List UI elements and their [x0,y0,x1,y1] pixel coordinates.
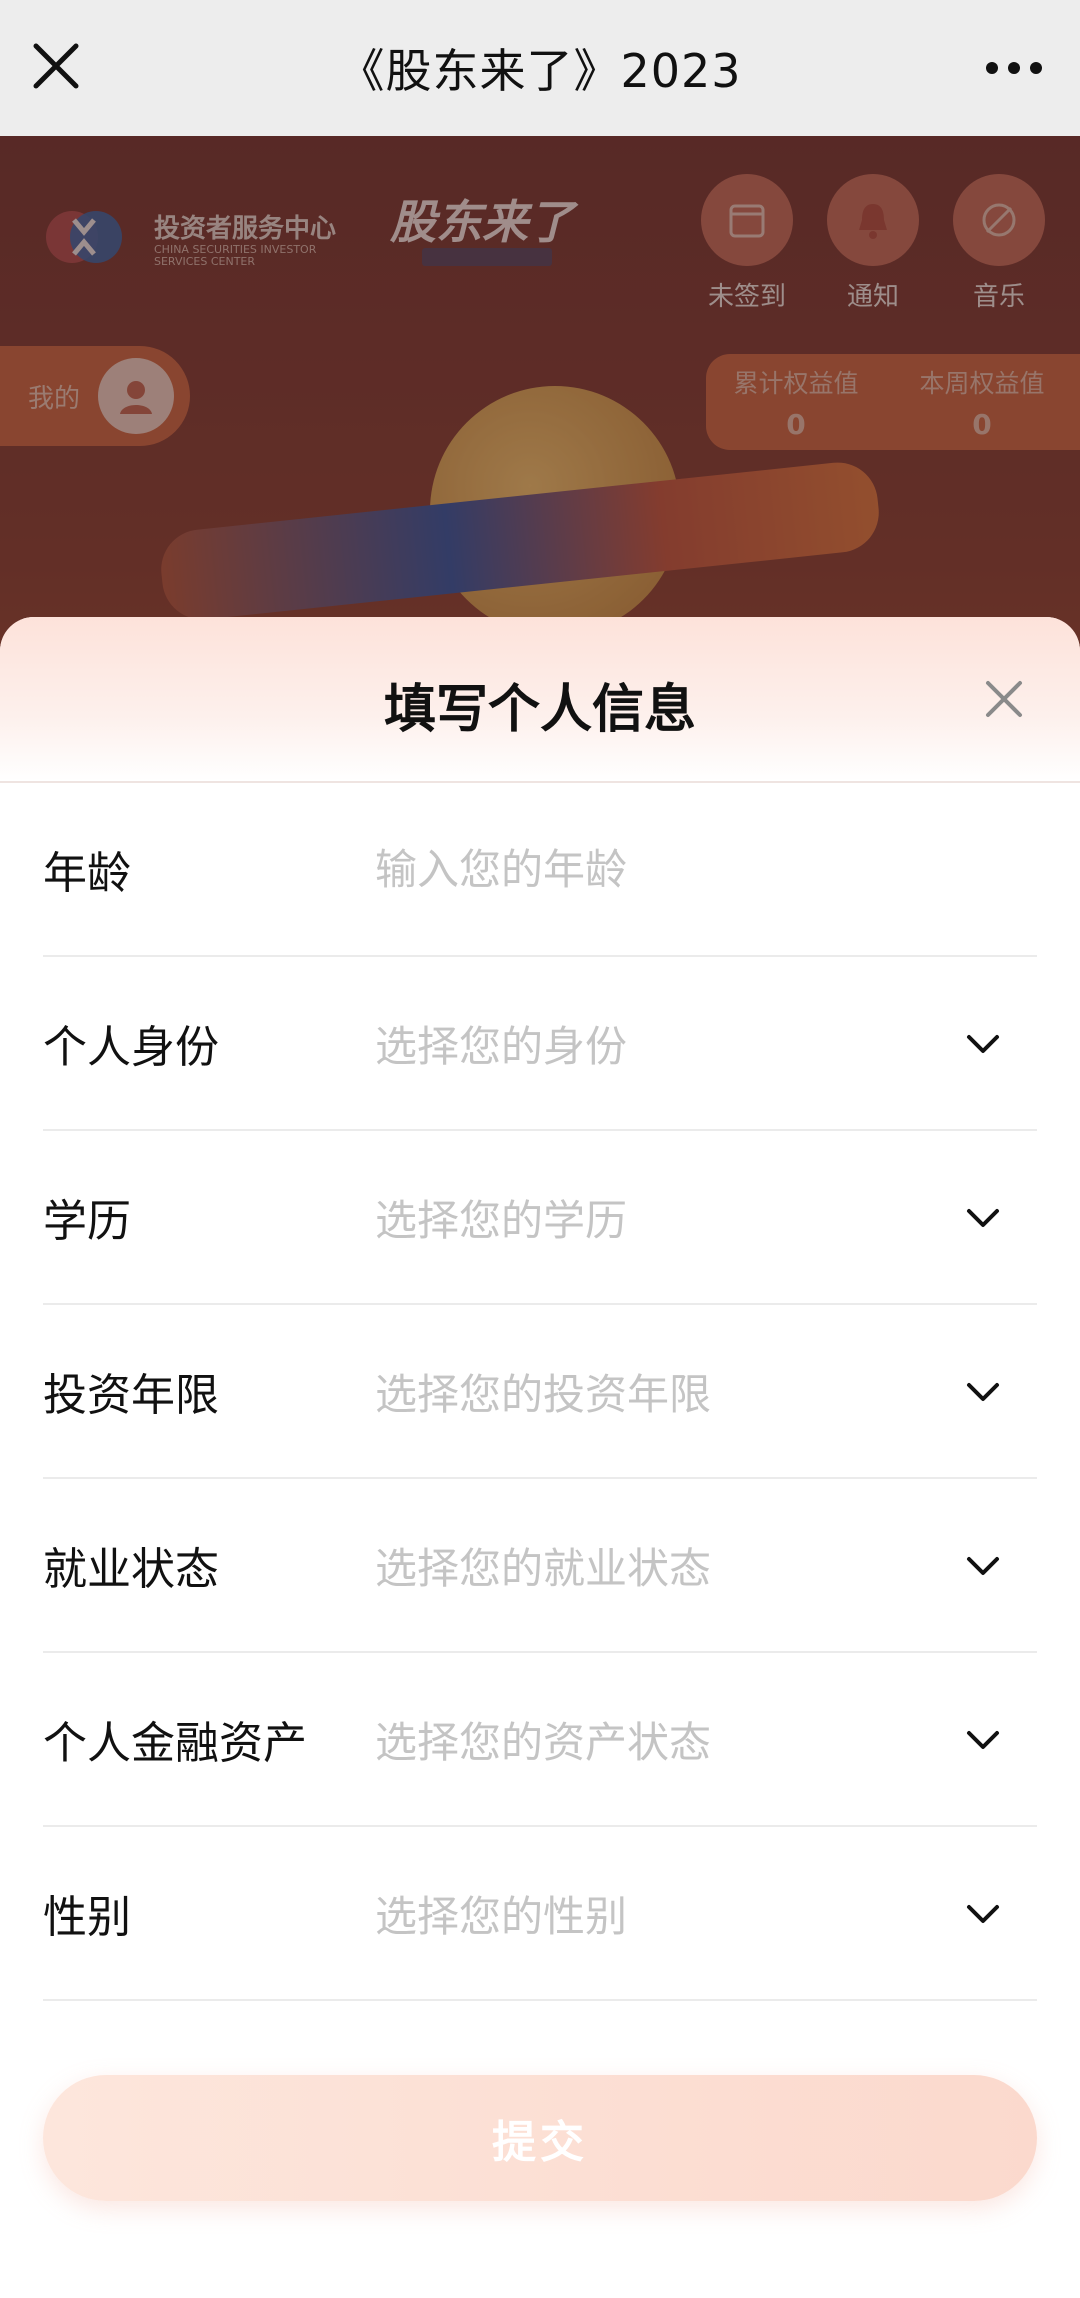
investment-years-select[interactable]: 选择您的投资年限 [375,1361,1037,1422]
education-select[interactable]: 选择您的学历 [375,1187,1037,1248]
education-label: 学历 [43,1196,131,1247]
submit-button[interactable]: 提交 [43,2075,1037,2201]
chevron-down-icon[interactable] [965,1027,1001,1061]
personal-info-sheet: 填写个人信息 年龄 个人身份 选择您的身份 学历 选择您的学历 投资年限 选择您… [0,617,1080,2298]
personal-info-form: 年龄 个人身份 选择您的身份 学历 选择您的学历 投资年限 选择您的投资年限 就… [0,783,1080,2001]
chevron-down-icon[interactable] [965,1201,1001,1235]
employment-select[interactable]: 选择您的就业状态 [375,1535,1037,1596]
chevron-down-icon[interactable] [965,1723,1001,1757]
page-title: 《股东来了》2023 [338,44,742,98]
sheet-header: 填写个人信息 [0,617,1080,783]
identity-label: 个人身份 [43,1022,219,1073]
employment-label: 就业状态 [43,1544,219,1595]
close-icon[interactable] [980,675,1028,723]
close-icon[interactable] [24,34,88,98]
identity-select[interactable]: 选择您的身份 [375,1013,1037,1074]
chevron-down-icon[interactable] [965,1549,1001,1583]
financial-assets-select[interactable]: 选择您的资产状态 [375,1709,1037,1770]
gender-label: 性别 [43,1892,131,1943]
education-row[interactable]: 学历 选择您的学历 [43,1131,1037,1305]
investment-years-row[interactable]: 投资年限 选择您的投资年限 [43,1305,1037,1479]
gender-row[interactable]: 性别 选择您的性别 [43,1827,1037,2001]
age-label: 年龄 [43,848,131,899]
top-nav-bar: 《股东来了》2023 [0,0,1080,136]
financial-assets-label: 个人金融资产 [43,1718,307,1769]
gender-select[interactable]: 选择您的性别 [375,1883,1037,1944]
investment-years-label: 投资年限 [43,1370,219,1421]
age-input[interactable] [375,844,1037,894]
chevron-down-icon[interactable] [965,1897,1001,1931]
more-icon[interactable] [982,52,1046,84]
identity-row[interactable]: 个人身份 选择您的身份 [43,957,1037,1131]
sheet-title: 填写个人信息 [383,680,696,740]
financial-assets-row[interactable]: 个人金融资产 选择您的资产状态 [43,1653,1037,1827]
chevron-down-icon[interactable] [965,1375,1001,1409]
employment-row[interactable]: 就业状态 选择您的就业状态 [43,1479,1037,1653]
age-row: 年龄 [43,783,1037,957]
